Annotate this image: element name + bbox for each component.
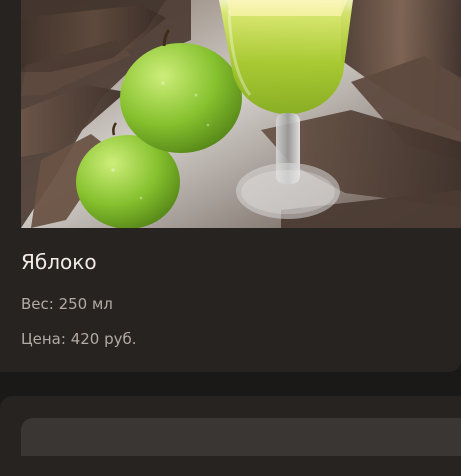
apple-juice-photo-icon	[21, 0, 461, 228]
product-card[interactable]: Яблоко Вес: 250 мл Цена: 420 руб.	[0, 0, 461, 372]
product-weight: Вес: 250 мл	[21, 295, 113, 313]
product-name: Яблоко	[21, 250, 97, 274]
product-price: Цена: 420 руб.	[21, 330, 137, 348]
next-product-image-placeholder	[21, 418, 461, 456]
product-image	[21, 0, 461, 228]
